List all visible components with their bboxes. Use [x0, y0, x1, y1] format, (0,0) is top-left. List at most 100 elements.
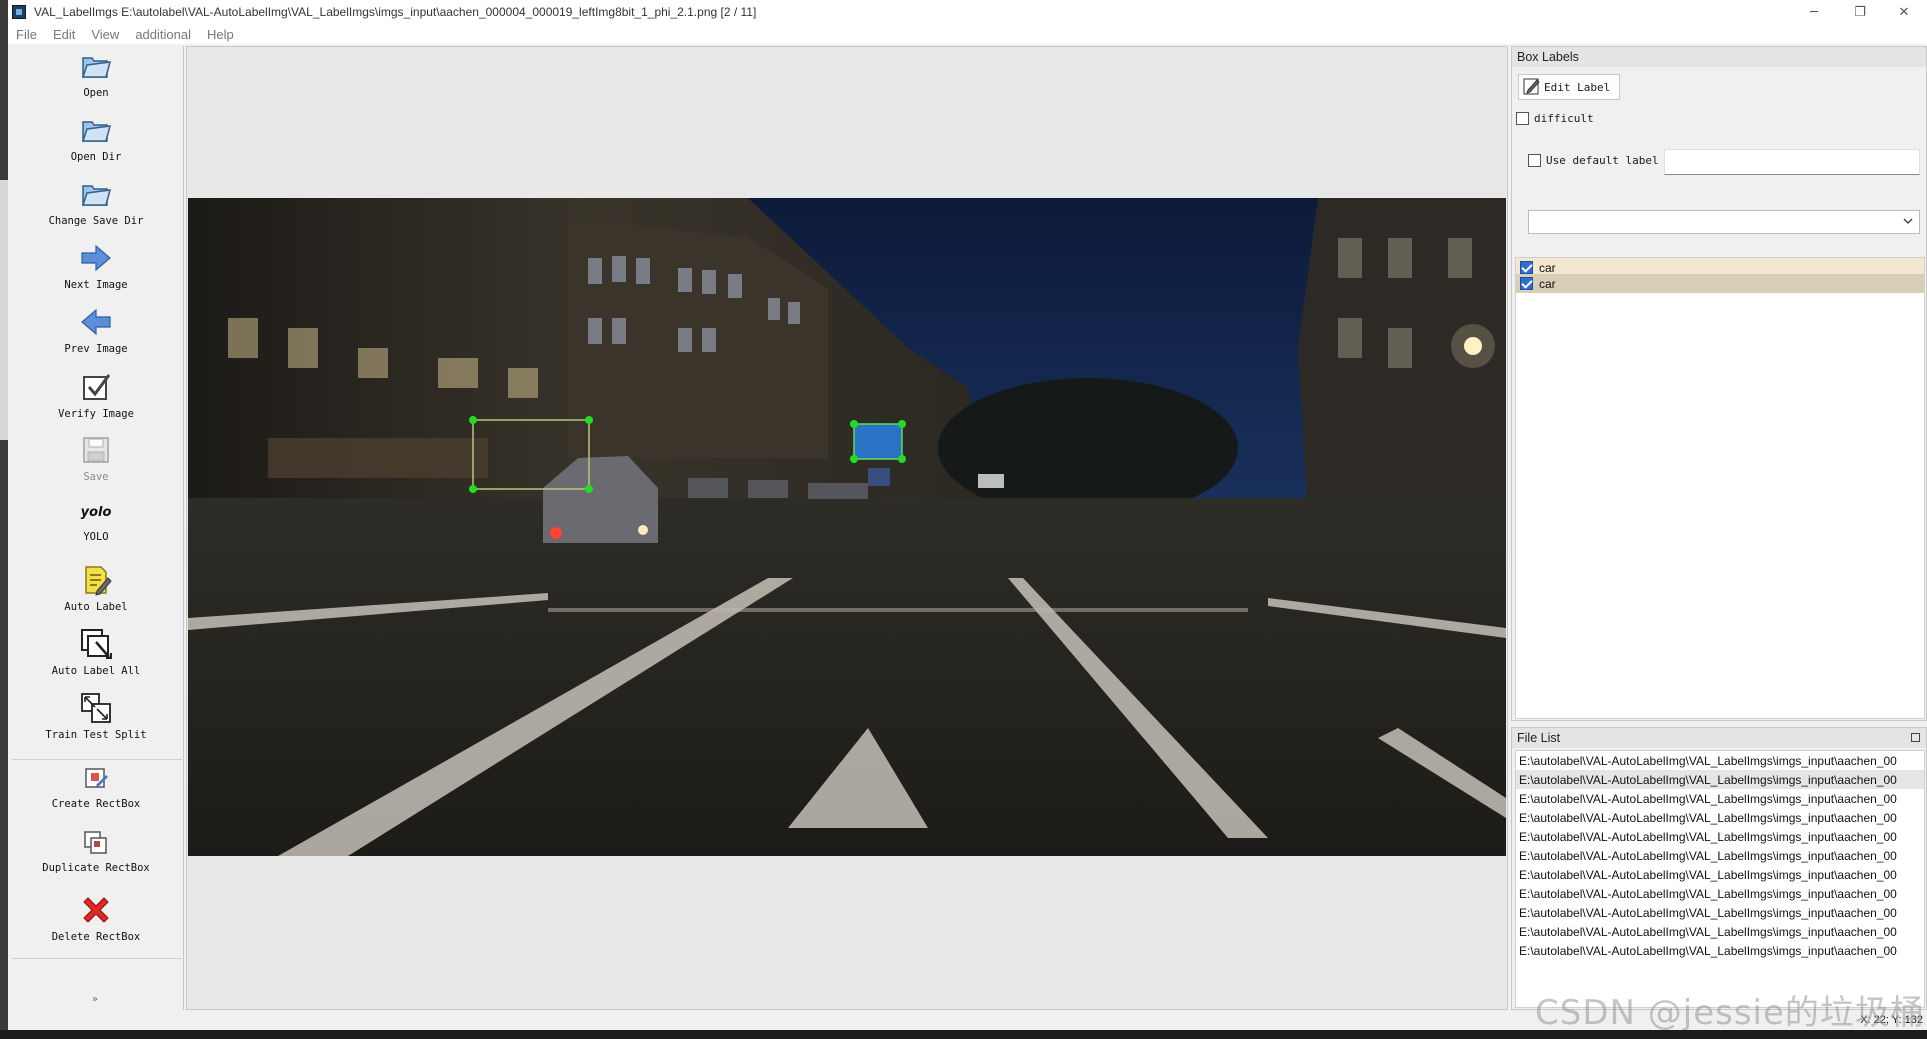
pencil-icon: [1523, 77, 1541, 98]
difficult-checkbox-row[interactable]: difficult: [1516, 112, 1594, 125]
file-list-item[interactable]: E:\autolabel\VAL-AutoLabelImg\VAL_LabelI…: [1516, 808, 1924, 827]
float-window-icon[interactable]: [1911, 733, 1920, 742]
bounding-box-car-2-selected[interactable]: [850, 420, 906, 463]
file-list[interactable]: E:\autolabel\VAL-AutoLabelImg\VAL_LabelI…: [1515, 750, 1925, 1008]
folder-open-icon: [78, 48, 114, 84]
delete-rectbox-button[interactable]: Delete RectBox: [12, 892, 180, 943]
delete-rectbox-label: Delete RectBox: [51, 931, 141, 943]
auto-label-all-button[interactable]: Auto Label All: [12, 626, 180, 677]
save-label: Save: [83, 471, 109, 483]
change-save-dir-button[interactable]: Change Save Dir: [12, 176, 180, 227]
file-list-item[interactable]: E:\autolabel\VAL-AutoLabelImg\VAL_LabelI…: [1516, 922, 1924, 941]
folder-open-icon: [78, 176, 114, 212]
create-rectbox-button[interactable]: Create RectBox: [12, 763, 180, 810]
file-list-item[interactable]: E:\autolabel\VAL-AutoLabelImg\VAL_LabelI…: [1516, 789, 1924, 808]
box-labels-title: Box Labels: [1512, 47, 1926, 67]
delete-x-icon: [78, 892, 114, 928]
yolo-label: YOLO: [83, 531, 109, 543]
toolbar-separator: [12, 759, 182, 760]
difficult-checkbox[interactable]: [1516, 112, 1529, 125]
file-list-item[interactable]: E:\autolabel\VAL-AutoLabelImg\VAL_LabelI…: [1516, 903, 1924, 922]
create-rectbox-label: Create RectBox: [51, 798, 141, 810]
copy-cursor-icon: [78, 626, 114, 662]
edit-label-text: Edit Label: [1544, 80, 1611, 94]
file-list-item[interactable]: E:\autolabel\VAL-AutoLabelImg\VAL_LabelI…: [1516, 884, 1924, 903]
document-edit-icon: [78, 562, 114, 598]
title-bar: VAL_LabelImgs E:\autolabel\VAL-AutoLabel…: [8, 0, 1927, 24]
next-image-button[interactable]: Next Image: [12, 240, 180, 291]
yolo-logo-icon: yolo: [78, 496, 114, 528]
app-icon: [12, 5, 26, 19]
chevron-down-icon: [1903, 215, 1913, 225]
file-list-dock: File List E:\autolabel\VAL-AutoLabelImg\…: [1511, 727, 1927, 1010]
file-list-item[interactable]: E:\autolabel\VAL-AutoLabelImg\VAL_LabelI…: [1516, 941, 1924, 960]
minimize-button[interactable]: ─: [1791, 0, 1837, 24]
train-test-split-button[interactable]: Train Test Split: [12, 690, 180, 741]
train-test-split-label: Train Test Split: [45, 729, 147, 741]
file-list-item-selected[interactable]: E:\autolabel\VAL-AutoLabelImg\VAL_LabelI…: [1516, 770, 1924, 789]
label-item-text: car: [1539, 260, 1556, 275]
file-list-item[interactable]: E:\autolabel\VAL-AutoLabelImg\VAL_LabelI…: [1516, 751, 1924, 770]
edit-label-button[interactable]: Edit Label: [1518, 74, 1620, 100]
menu-bar: File Edit View additional Help: [8, 24, 1927, 44]
label-visible-checkbox[interactable]: [1520, 261, 1533, 274]
menu-view[interactable]: View: [83, 27, 127, 42]
yolo-logo-text: yolo: [80, 504, 112, 520]
menu-help[interactable]: Help: [199, 27, 242, 42]
draw-rect-icon: [78, 763, 114, 795]
window-title: VAL_LabelImgs E:\autolabel\VAL-AutoLabel…: [34, 5, 757, 19]
box-labels-dock: Box Labels Edit Label difficult Use defa…: [1511, 46, 1927, 721]
image-canvas[interactable]: [186, 46, 1508, 1010]
difficult-label: difficult: [1534, 112, 1594, 125]
night-street-photo: [188, 198, 1506, 856]
default-label-input[interactable]: [1664, 149, 1920, 175]
prev-image-button[interactable]: Prev Image: [12, 304, 180, 355]
tool-bar: Open Open Dir Change Save Dir Next Image: [8, 46, 184, 1011]
toolbar-more-chevron-icon[interactable]: »: [92, 994, 98, 1005]
auto-label-button[interactable]: Auto Label: [12, 562, 180, 613]
yolo-button[interactable]: yolo YOLO: [12, 496, 180, 544]
label-item-text: car: [1539, 276, 1556, 291]
label-list[interactable]: car car: [1515, 257, 1925, 719]
auto-label-label: Auto Label: [64, 601, 128, 613]
open-button[interactable]: Open: [12, 48, 180, 99]
file-list-item[interactable]: E:\autolabel\VAL-AutoLabelImg\VAL_LabelI…: [1516, 865, 1924, 884]
checkbox-checked-icon: [78, 369, 114, 405]
label-list-item[interactable]: car: [1516, 274, 1924, 293]
file-list-title: File List: [1512, 728, 1926, 748]
open-label: Open: [83, 87, 109, 99]
auto-label-all-label: Auto Label All: [51, 665, 141, 677]
next-image-label: Next Image: [64, 279, 128, 291]
save-button[interactable]: Save: [12, 432, 180, 483]
duplicate-rectbox-label: Duplicate RectBox: [42, 862, 150, 874]
taskbar-edge: [0, 1030, 1927, 1039]
open-dir-button[interactable]: Open Dir: [12, 112, 180, 163]
file-list-item[interactable]: E:\autolabel\VAL-AutoLabelImg\VAL_LabelI…: [1516, 827, 1924, 846]
file-list-item[interactable]: E:\autolabel\VAL-AutoLabelImg\VAL_LabelI…: [1516, 846, 1924, 865]
arrow-left-icon: [78, 304, 114, 340]
menu-edit[interactable]: Edit: [45, 27, 83, 42]
use-default-label-checkbox[interactable]: [1528, 154, 1541, 167]
watermark-text: CSDN @jessie的垃圾桶: [1535, 993, 1925, 1033]
menu-additional[interactable]: additional: [127, 27, 199, 42]
duplicate-icon: [78, 827, 114, 859]
verify-image-label: Verify Image: [58, 408, 134, 420]
menu-file[interactable]: File: [8, 27, 45, 42]
use-default-label-text: Use default label: [1546, 154, 1659, 167]
open-dir-label: Open Dir: [70, 151, 122, 163]
maximize-button[interactable]: ❐: [1837, 0, 1883, 24]
duplicate-rectbox-button[interactable]: Duplicate RectBox: [12, 827, 180, 874]
toolbar-separator: [12, 958, 182, 959]
resize-split-icon: [78, 690, 114, 726]
use-default-label-row[interactable]: Use default label: [1528, 154, 1659, 167]
verify-image-button[interactable]: Verify Image: [12, 369, 180, 420]
change-save-dir-label: Change Save Dir: [48, 215, 144, 227]
app-window: VAL_LabelImgs E:\autolabel\VAL-AutoLabel…: [8, 0, 1927, 1030]
folder-open-icon: [78, 112, 114, 148]
arrow-right-icon: [78, 240, 114, 276]
label-visible-checkbox[interactable]: [1520, 277, 1533, 290]
desktop-edge: [0, 0, 8, 1039]
floppy-disk-icon: [78, 432, 114, 468]
label-combo-box[interactable]: [1528, 210, 1920, 234]
close-button[interactable]: ✕: [1881, 0, 1927, 24]
